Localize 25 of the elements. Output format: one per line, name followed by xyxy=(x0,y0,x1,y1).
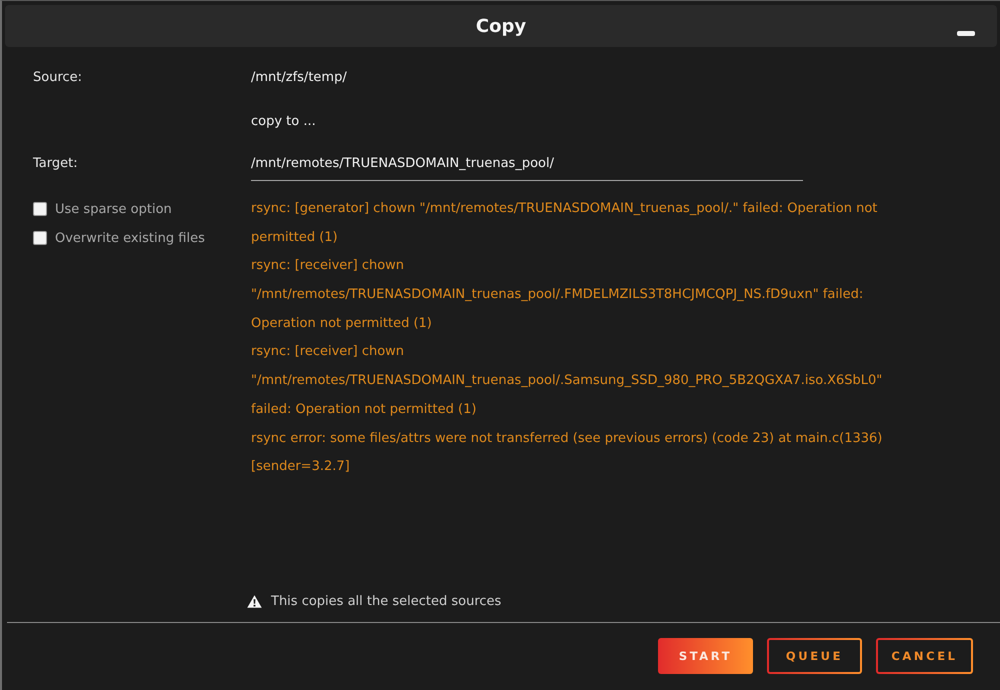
source-label: Source: xyxy=(33,69,84,87)
checkbox[interactable] xyxy=(33,231,47,246)
error-log-line: rsync: [generator] chown "/mnt/remotes/TRUENASDOMAIN_truenas_pool/." failed: Operation not xyxy=(251,200,878,218)
window-title: Copy xyxy=(476,16,526,36)
error-log-line: rsync error: some files/attrs were not transferred (see previous errors) (code 23) at main.c(1336) xyxy=(251,430,882,448)
checkbox-label[interactable]: Use sparse option xyxy=(55,202,172,217)
error-log-line: rsync: [receiver] chown xyxy=(251,257,406,276)
error-log-line: failed: Operation not permitted (1) xyxy=(251,400,478,419)
error-log-line: "/mnt/remotes/TRUENASDOMAIN_truenas_pool/.Samsung_SSD_980_PRO_5B2QGXA7.iso.X6SbL0" xyxy=(251,372,882,390)
error-log-line: "/mnt/remotes/TRUENASDOMAIN_truenas_pool/.FMDELMZILS3T8HCJMCQPJ_NS.fD9uxn" failed: xyxy=(251,286,864,304)
minimize-icon[interactable] xyxy=(957,31,975,36)
copy-to-text: copy to ... xyxy=(251,113,316,131)
warning-text: This copies all the selected sources xyxy=(271,594,502,608)
outline-button[interactable]: QUEUE xyxy=(767,638,862,674)
checkbox-label[interactable]: Overwrite existing files xyxy=(55,230,205,246)
outline-button[interactable]: CANCEL xyxy=(876,638,973,674)
warning-icon xyxy=(247,594,262,608)
error-log-line: rsync: [receiver] chown xyxy=(251,343,406,362)
target-label: Target: xyxy=(33,155,79,173)
error-log-line: [sender=3.2.7] xyxy=(251,458,351,476)
source-path: /mnt/zfs/temp/ xyxy=(251,69,347,87)
checkbox[interactable] xyxy=(33,202,47,216)
target-field[interactable]: /mnt/remotes/TRUENASDOMAIN_truenas_pool/ xyxy=(251,150,803,181)
error-log-line: Operation not permitted (1) xyxy=(251,314,433,333)
error-log-line: permitted (1) xyxy=(251,228,339,247)
